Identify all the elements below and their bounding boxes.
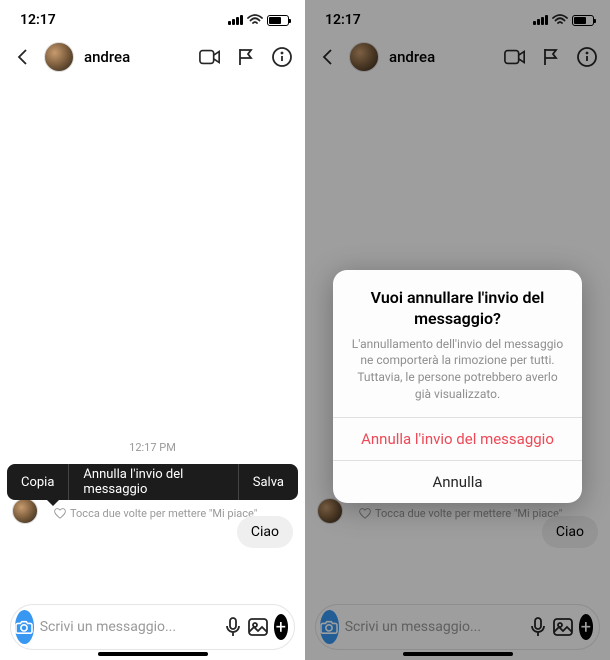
add-button[interactable]: + (579, 614, 593, 640)
avatar[interactable] (44, 42, 74, 72)
add-button[interactable]: + (274, 614, 288, 640)
alert-cancel-button[interactable]: Annulla (333, 460, 582, 503)
video-call-icon[interactable] (199, 46, 221, 68)
unsend-alert: Vuoi annullare l'invio del messaggio? L'… (333, 270, 582, 503)
chat-header: andrea (0, 34, 305, 80)
sent-bubble: Ciao (542, 516, 598, 548)
status-bar: 12:17 (305, 0, 610, 34)
mic-icon[interactable] (224, 616, 242, 638)
context-save[interactable]: Salva (239, 464, 298, 500)
wifi-icon (247, 14, 263, 26)
camera-button[interactable] (320, 610, 339, 644)
video-call-icon[interactable] (504, 46, 526, 68)
battery-icon (267, 15, 289, 26)
heart-outline-icon (359, 508, 371, 520)
phone-right: 12:17 andrea 12:17 PM (305, 0, 610, 660)
context-unsend[interactable]: Annulla l'invio del messaggio (68, 464, 238, 500)
info-icon[interactable] (576, 46, 598, 68)
camera-button[interactable] (15, 610, 34, 644)
alert-message: L'annullamento dell'invio del messaggio … (351, 336, 564, 403)
message-input[interactable] (40, 619, 218, 635)
status-time: 12:17 (325, 12, 361, 28)
chat-header: andrea (305, 34, 610, 80)
battery-icon (572, 15, 594, 26)
sent-message[interactable]: Ciao (237, 516, 293, 548)
sender-avatar[interactable] (317, 498, 343, 524)
avatar[interactable] (349, 42, 379, 72)
sent-bubble: Ciao (237, 516, 293, 548)
like-hint: Tocca due volte per mettere "Mi piace" (54, 507, 257, 520)
message-input[interactable] (345, 619, 523, 635)
back-button[interactable] (12, 46, 34, 68)
gallery-icon[interactable] (248, 616, 268, 638)
info-icon[interactable] (271, 46, 293, 68)
chat-username[interactable]: andrea (389, 48, 435, 66)
sent-message[interactable]: Ciao (542, 516, 598, 548)
mic-icon[interactable] (529, 616, 547, 638)
back-button[interactable] (317, 46, 339, 68)
context-menu: Copia Annulla l'invio del messaggio Salv… (7, 464, 298, 500)
heart-outline-icon (54, 508, 66, 520)
like-hint: Tocca due volte per mettere "Mi piace" (359, 507, 562, 520)
sender-avatar[interactable] (12, 498, 38, 524)
context-copy[interactable]: Copia (7, 464, 68, 500)
wifi-icon (552, 14, 568, 26)
gallery-icon[interactable] (553, 616, 573, 638)
status-bar: 12:17 (0, 0, 305, 34)
status-time: 12:17 (20, 12, 56, 28)
signal-icon (533, 15, 548, 25)
home-indicator[interactable] (98, 652, 208, 656)
phone-left: 12:17 andrea 12:17 PM (0, 0, 305, 660)
composer: + (315, 604, 600, 650)
message-timestamp: 12:17 PM (0, 441, 305, 454)
chat-area: 12:17 PM Ciao Tocca due volte per metter… (0, 80, 305, 600)
alert-title: Vuoi annullare l'invio del messaggio? (351, 288, 564, 330)
composer: + (10, 604, 295, 650)
alert-confirm-button[interactable]: Annulla l'invio del messaggio (333, 417, 582, 460)
signal-icon (228, 15, 243, 25)
flag-icon[interactable] (540, 46, 562, 68)
home-indicator[interactable] (403, 652, 513, 656)
flag-icon[interactable] (235, 46, 257, 68)
chat-username[interactable]: andrea (84, 48, 130, 66)
